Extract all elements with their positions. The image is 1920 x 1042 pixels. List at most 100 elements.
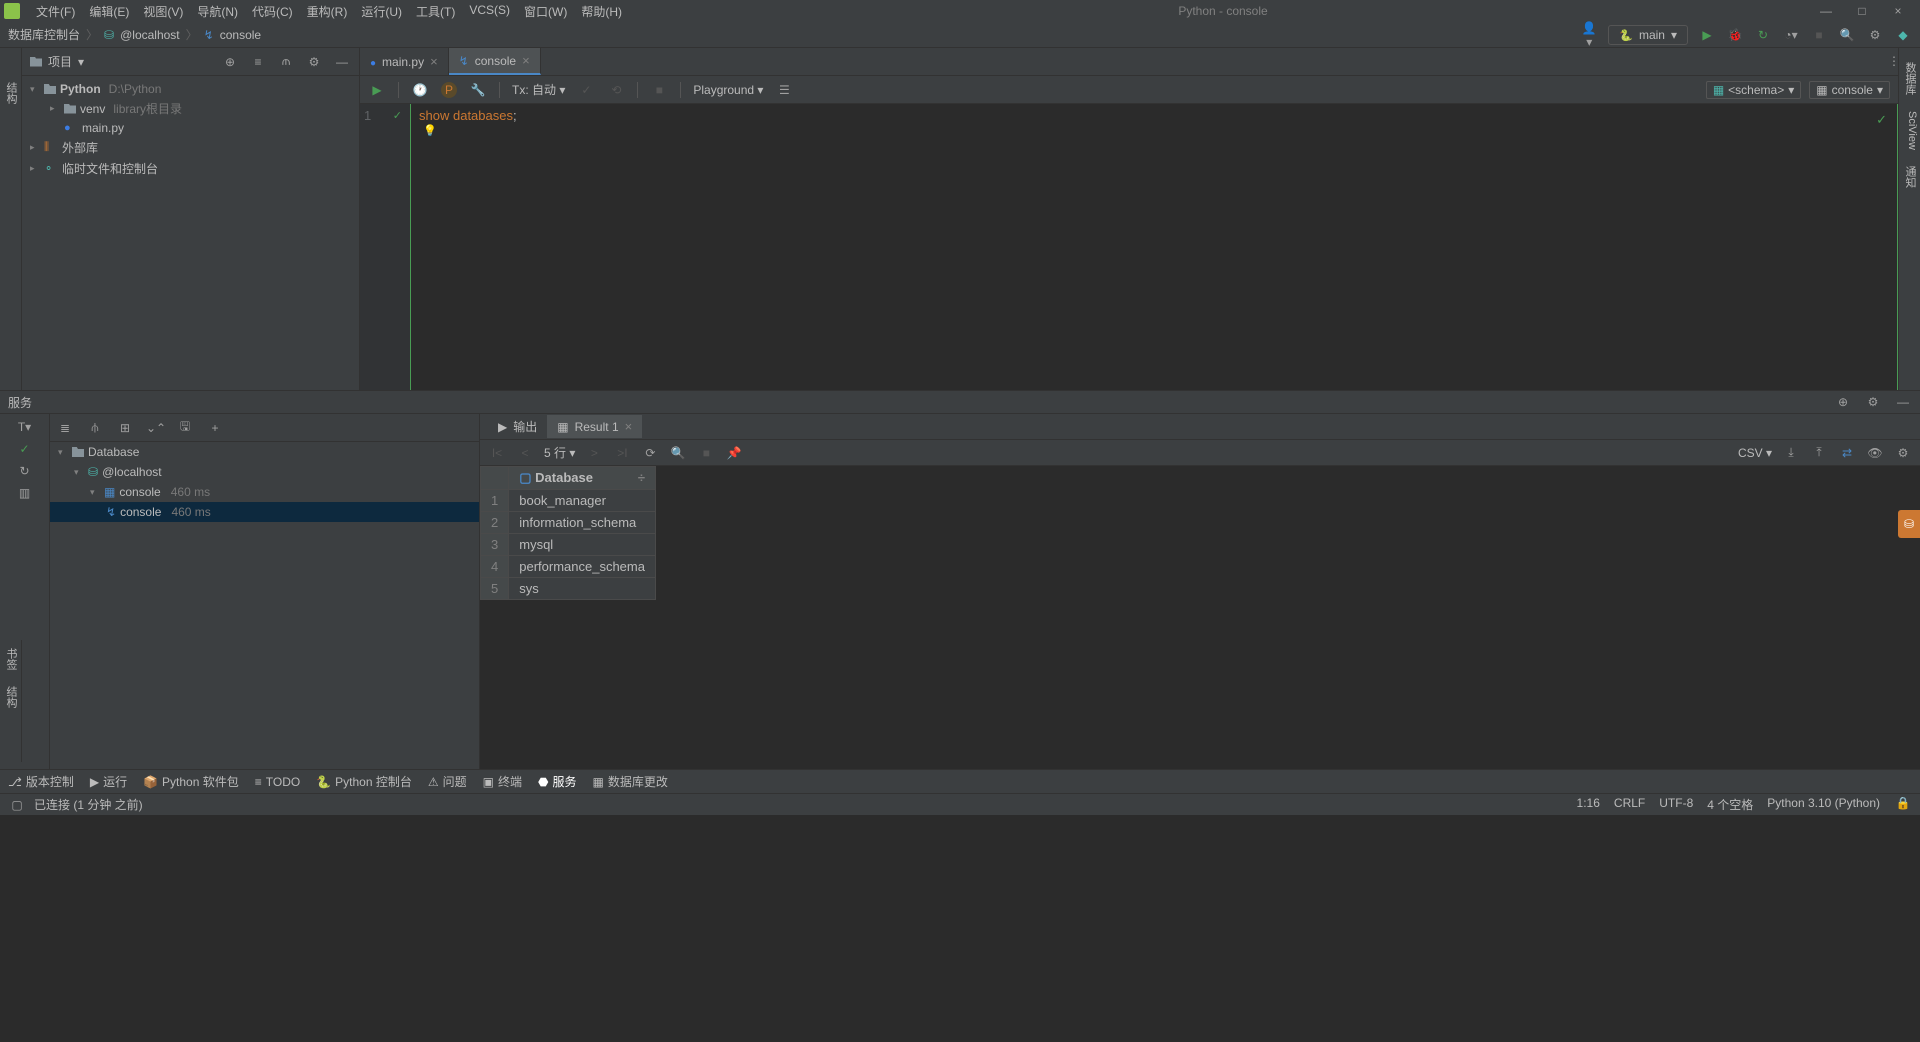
column-header[interactable]: ▢ Database ÷ xyxy=(509,467,656,490)
breadcrumb[interactable]: 数据库控制台 xyxy=(8,26,80,43)
filter-icon[interactable]: T▾ xyxy=(16,420,34,434)
code-content[interactable]: show databases; 💡 ✓ xyxy=(410,104,1898,390)
settings-icon[interactable]: ⚙ xyxy=(1866,28,1884,42)
row-count-dropdown[interactable]: 5 行 ▾ xyxy=(544,444,575,461)
tree-external-libs[interactable]: ▸ ⫼ 外部库 xyxy=(22,137,359,158)
execute-button[interactable]: ▶ xyxy=(368,83,386,97)
download-icon[interactable]: ⤓ xyxy=(1782,445,1800,460)
compare-icon[interactable]: ⇄ xyxy=(1838,446,1856,460)
bt-terminal[interactable]: ▣ 终端 xyxy=(483,773,522,790)
debug-button[interactable]: 🐞 xyxy=(1726,28,1744,42)
add-icon[interactable]: + xyxy=(206,421,224,435)
first-page-icon[interactable]: I< xyxy=(488,446,506,460)
gutter-tab-notifications[interactable]: 通知 xyxy=(1899,162,1920,192)
menu-view[interactable]: 视图(V) xyxy=(137,1,189,22)
breadcrumb[interactable]: @localhost xyxy=(120,28,180,42)
tx-mode-dropdown[interactable]: Tx: 自动 ▾ xyxy=(512,81,565,98)
run-coverage-button[interactable]: ↻ xyxy=(1754,28,1772,42)
menu-code[interactable]: 代码(C) xyxy=(246,1,299,22)
lock-icon[interactable]: 🔒 xyxy=(1894,796,1912,813)
rerun-icon[interactable]: ↻ xyxy=(16,464,34,478)
hide-icon[interactable]: — xyxy=(333,55,351,69)
menu-edit[interactable]: 编辑(E) xyxy=(83,1,135,22)
lightbulb-icon[interactable]: 💡 xyxy=(423,124,437,137)
upload-icon[interactable]: ⤒ xyxy=(1810,445,1828,460)
menu-run[interactable]: 运行(U) xyxy=(355,1,408,22)
stop-button[interactable]: ■ xyxy=(1810,28,1828,42)
close-icon[interactable]: × xyxy=(625,419,633,434)
history-icon[interactable]: 🕐 xyxy=(411,83,429,97)
playground-dropdown[interactable]: Playground ▾ xyxy=(693,83,763,97)
table-row[interactable]: 2information_schema xyxy=(481,512,656,534)
menu-file[interactable]: 文件(F) xyxy=(30,1,81,22)
minimize-button[interactable]: — xyxy=(1818,4,1834,18)
status-indent[interactable]: 4 个空格 xyxy=(1707,796,1753,813)
bt-problems[interactable]: ⚠ 问题 xyxy=(428,773,467,790)
export-format-dropdown[interactable]: CSV ▾ xyxy=(1738,446,1772,460)
tree-main-file[interactable]: ● main.py xyxy=(22,119,359,137)
chevron-down-icon[interactable]: ▾ xyxy=(78,55,84,69)
svc-console-item[interactable]: ↯ console 460 ms xyxy=(50,502,479,522)
tab-output[interactable]: ▶ 输出 xyxy=(488,414,547,439)
hide-icon[interactable]: — xyxy=(1894,395,1912,409)
run-config-dropdown[interactable]: main ▾ xyxy=(1608,25,1688,45)
gutter-tab-bookmarks[interactable]: 书签 xyxy=(0,644,21,674)
layout-icon[interactable]: ▥ xyxy=(16,486,34,500)
cell[interactable]: performance_schema xyxy=(509,556,656,578)
status-interpreter[interactable]: Python 3.10 (Python) xyxy=(1767,796,1880,813)
cell[interactable]: information_schema xyxy=(509,512,656,534)
gear-icon[interactable]: ⚙ xyxy=(305,55,323,69)
close-icon[interactable]: × xyxy=(430,54,438,69)
maximize-button[interactable]: □ xyxy=(1854,4,1870,18)
cell[interactable]: book_manager xyxy=(509,490,656,512)
search-icon[interactable]: 🔍 xyxy=(669,446,687,460)
table-row[interactable]: 3mysql xyxy=(481,534,656,556)
status-cursor-pos[interactable]: 1:16 xyxy=(1577,796,1600,813)
tab-result-1[interactable]: ▦ Result 1 × xyxy=(547,415,642,438)
menu-window[interactable]: 窗口(W) xyxy=(518,1,573,22)
ide-features-icon[interactable]: ◆ xyxy=(1894,28,1912,42)
gear-icon[interactable]: ⚙ xyxy=(1864,395,1882,409)
result-table[interactable]: ▢ Database ÷ 1book_manager 2information_… xyxy=(480,466,656,600)
last-page-icon[interactable]: >I xyxy=(613,446,631,460)
svc-console-group[interactable]: ▾ ▦ console 460 ms xyxy=(50,482,479,502)
close-icon[interactable]: × xyxy=(522,53,530,68)
tab-console[interactable]: ↯ console × xyxy=(449,48,541,75)
menu-tools[interactable]: 工具(T) xyxy=(410,1,461,22)
eye-icon[interactable]: 👁 xyxy=(1866,446,1884,460)
bt-python-packages[interactable]: 📦 Python 软件包 xyxy=(143,773,239,790)
stop-icon[interactable]: ■ xyxy=(697,446,715,460)
group-icon[interactable]: ⊞ xyxy=(116,421,134,435)
tree-venv[interactable]: ▸ venv library根目录 xyxy=(22,98,359,119)
search-icon[interactable]: 🔍 xyxy=(1838,28,1856,42)
tree-root[interactable]: ▾ Python D:\Python xyxy=(22,80,359,98)
tab-main-py[interactable]: main.py × xyxy=(360,48,449,75)
apply-icon[interactable]: ✓ xyxy=(16,442,34,456)
breadcrumb[interactable]: console xyxy=(220,28,261,42)
collapse-all-icon[interactable]: ⫙ xyxy=(277,54,295,69)
tree-scratches[interactable]: ▸ ⚬ 临时文件和控制台 xyxy=(22,158,359,179)
bt-run[interactable]: ▶ 运行 xyxy=(90,773,127,790)
view-mode-icon[interactable]: ☰ xyxy=(775,83,793,97)
bt-todo[interactable]: ≡ TODO xyxy=(255,775,300,789)
pin-icon[interactable]: 📌 xyxy=(725,446,743,460)
menu-navigate[interactable]: 导航(N) xyxy=(191,1,244,22)
wrench-icon[interactable]: 🔧 xyxy=(469,83,487,97)
cell[interactable]: mysql xyxy=(509,534,656,556)
table-row[interactable]: 4performance_schema xyxy=(481,556,656,578)
expand-icon[interactable]: ≣ xyxy=(56,421,74,435)
user-icon[interactable]: 👤▾ xyxy=(1580,21,1598,49)
bt-services[interactable]: ⬣ 服务 xyxy=(538,773,577,790)
gutter-tab-structure[interactable]: 结构 xyxy=(0,78,21,108)
svc-database-node[interactable]: ▾ Database xyxy=(50,442,479,462)
expand-all-icon[interactable]: ≡ xyxy=(249,55,267,69)
gutter-tab-database[interactable]: 数据库 xyxy=(1899,58,1920,99)
bt-vcs[interactable]: ⎇ 版本控制 xyxy=(8,773,74,790)
menu-refactor[interactable]: 重构(R) xyxy=(301,1,354,22)
tool-windows-icon[interactable]: ▢ xyxy=(8,798,26,812)
status-line-ending[interactable]: CRLF xyxy=(1614,796,1645,813)
run-button[interactable]: ▶ xyxy=(1698,28,1716,42)
rollback-icon[interactable]: ⟲ xyxy=(607,83,625,97)
code-editor[interactable]: 1 ✓ show databases; 💡 ✓ xyxy=(360,104,1898,390)
bt-db-changes[interactable]: ▦ 数据库更改 xyxy=(593,773,668,790)
